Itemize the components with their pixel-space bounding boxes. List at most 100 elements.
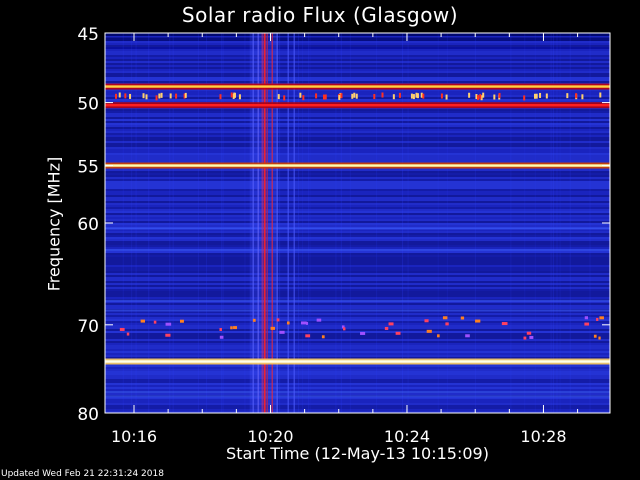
vertical-striation: [169, 33, 171, 413]
burst-line: [266, 33, 268, 413]
x-axis-label: Start Time (12-May-13 10:15:09): [226, 444, 489, 463]
bright-band: [105, 85, 610, 88]
vertical-striation: [376, 33, 378, 413]
vertical-striation: [474, 33, 476, 413]
texture-row: [105, 233, 610, 235]
vertical-striation: [589, 33, 591, 413]
texture-row: [105, 225, 610, 227]
texture-row: [105, 241, 610, 243]
faint-band: [105, 299, 610, 302]
texture-row: [105, 63, 610, 65]
chart-title: Solar radio Flux (Glasgow): [181, 3, 459, 27]
interference-spike: [153, 320, 157, 324]
interference-spike: [118, 92, 121, 98]
texture-row: [105, 239, 610, 241]
interference-spike: [230, 326, 233, 330]
texture-row: [105, 183, 610, 185]
interference-spike: [155, 95, 158, 101]
vertical-striation: [309, 33, 311, 413]
vertical-striation: [135, 33, 137, 413]
texture-row: [105, 199, 610, 201]
texture-row: [105, 181, 610, 183]
texture-row: [105, 53, 610, 55]
texture-row: [105, 315, 610, 317]
interference-spike: [416, 93, 419, 99]
interference-spike: [165, 322, 172, 326]
interference-spike: [184, 92, 187, 98]
texture-row: [105, 217, 610, 219]
interference-spike: [493, 94, 496, 100]
vertical-striation: [446, 33, 448, 413]
texture-row: [105, 383, 610, 385]
texture-row: [105, 323, 610, 325]
texture-row: [105, 187, 610, 189]
y-tick-label: 50: [77, 95, 99, 115]
interference-spike: [340, 93, 343, 99]
texture-row: [105, 193, 610, 195]
texture-row: [105, 69, 610, 71]
y-tick-label: 70: [77, 317, 99, 337]
interference-spike: [468, 92, 471, 98]
texture-row: [105, 43, 610, 45]
texture-row: [105, 125, 610, 127]
texture-row: [105, 387, 610, 389]
texture-row: [105, 341, 610, 343]
interference-spike: [321, 335, 325, 339]
texture-row: [105, 185, 610, 187]
interference-spike: [315, 93, 318, 99]
texture-row: [105, 369, 610, 371]
texture-row: [105, 135, 610, 137]
texture-row: [105, 267, 610, 269]
texture-row: [105, 115, 610, 117]
vertical-striation: [550, 33, 552, 413]
interference-spike: [353, 92, 356, 98]
faint-band: [105, 309, 610, 312]
updated-timestamp: Updated Wed Feb 21 22:31:24 2018: [1, 469, 164, 479]
texture-row: [105, 81, 610, 83]
interference-spike: [523, 95, 526, 101]
vertical-striation: [335, 33, 337, 413]
vertical-striation: [172, 33, 174, 413]
vertical-striation: [221, 33, 223, 413]
interference-spike: [283, 95, 286, 101]
texture-row: [105, 119, 610, 121]
texture-row: [105, 127, 610, 129]
interference-spike: [305, 334, 311, 338]
texture-row: [105, 75, 610, 77]
texture-row: [105, 347, 610, 349]
texture-row: [105, 365, 610, 367]
texture-row: [105, 371, 610, 373]
texture-row: [105, 235, 610, 237]
interference-spike: [119, 327, 125, 331]
texture-row: [105, 203, 610, 205]
texture-row: [105, 335, 610, 337]
vertical-striation: [534, 33, 536, 413]
texture-row: [105, 195, 610, 197]
texture-row: [105, 273, 610, 275]
vertical-striation: [298, 33, 300, 413]
burst-line: [276, 33, 278, 413]
vertical-striation: [524, 33, 526, 413]
texture-row: [105, 401, 610, 403]
texture-row: [105, 355, 610, 357]
vertical-striation: [559, 33, 561, 413]
interference-spike: [276, 318, 280, 322]
texture-row: [105, 337, 610, 339]
texture-row: [105, 349, 610, 351]
burst-line: [293, 33, 295, 413]
texture-row: [105, 145, 610, 147]
texture-row: [105, 149, 610, 151]
vertical-striation: [301, 33, 303, 413]
interference-spike: [286, 321, 290, 325]
texture-row: [105, 293, 610, 295]
texture-row: [105, 79, 610, 81]
texture-row: [105, 129, 610, 131]
interference-spike: [584, 322, 590, 326]
interference-spike: [426, 329, 432, 333]
vertical-striation: [131, 33, 133, 413]
texture-row: [105, 55, 610, 57]
texture-row: [105, 45, 610, 47]
y-axis-label: Frequency [MHz]: [44, 156, 64, 292]
interference-spike: [526, 331, 532, 335]
interference-spike: [165, 333, 171, 337]
